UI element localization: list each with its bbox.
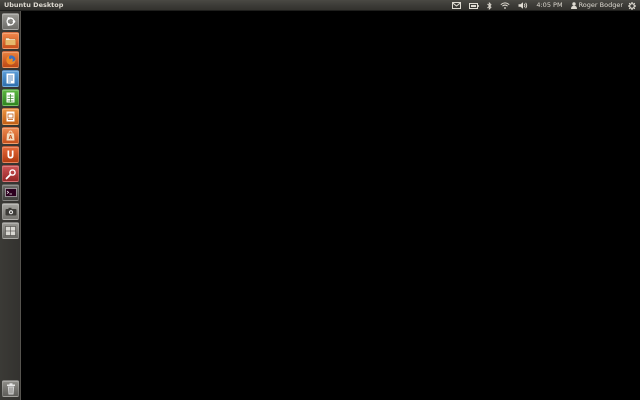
indicator-area: 4:05 PM Roger Bodger xyxy=(448,0,638,11)
shopping-bag-icon: A xyxy=(6,130,15,141)
camera-icon xyxy=(5,207,16,216)
launcher-item-system-settings[interactable] xyxy=(2,165,19,182)
firefox-icon xyxy=(5,54,16,65)
window-title: Ubuntu Desktop xyxy=(4,1,64,9)
envelope-icon[interactable] xyxy=(448,0,465,11)
gear-icon[interactable] xyxy=(626,0,638,11)
bluetooth-icon[interactable] xyxy=(483,0,496,11)
ubuntu-logo-icon xyxy=(6,17,16,26)
launcher-item-writer[interactable] xyxy=(2,70,19,87)
desktop-background[interactable] xyxy=(21,11,640,400)
speaker-icon[interactable] xyxy=(514,0,532,11)
launcher-item-firefox[interactable] xyxy=(2,51,19,68)
wifi-icon[interactable] xyxy=(496,0,514,11)
terminal-icon xyxy=(4,188,17,197)
desktop-screen: Ubuntu Desktop 4:05 PM Roger Bodger A xyxy=(0,0,640,400)
launcher: A xyxy=(0,11,21,400)
launcher-item-ubuntu-one[interactable] xyxy=(2,146,19,163)
launcher-item-files[interactable] xyxy=(2,32,19,49)
launcher-item-calc[interactable] xyxy=(2,89,19,106)
user-icon xyxy=(570,2,577,9)
launcher-item-terminal[interactable] xyxy=(2,184,19,201)
launcher-item-workspace-switcher[interactable] xyxy=(2,222,19,239)
user-name: Roger Bodger xyxy=(578,1,623,9)
folder-icon xyxy=(5,37,16,45)
user-menu[interactable]: Roger Bodger xyxy=(567,0,626,11)
launcher-item-trash[interactable] xyxy=(2,380,19,397)
launcher-item-impress[interactable] xyxy=(2,108,19,125)
launcher-item-software-center[interactable]: A xyxy=(2,127,19,144)
impress-presentation-icon xyxy=(6,111,15,122)
ubuntu-one-icon xyxy=(7,150,14,159)
launcher-item-screenshot[interactable] xyxy=(2,203,19,220)
svg-text:A: A xyxy=(9,135,13,141)
trash-icon xyxy=(6,382,15,394)
launcher-item-dash-home[interactable] xyxy=(2,13,19,30)
writer-document-icon xyxy=(6,73,15,84)
battery-icon[interactable] xyxy=(465,0,483,11)
calc-spreadsheet-icon xyxy=(6,92,15,103)
clock[interactable]: 4:05 PM xyxy=(532,0,566,11)
top-panel: Ubuntu Desktop 4:05 PM Roger Bodger xyxy=(0,0,640,11)
workspace-grid-icon xyxy=(5,225,16,236)
wrench-gear-icon xyxy=(5,168,16,179)
